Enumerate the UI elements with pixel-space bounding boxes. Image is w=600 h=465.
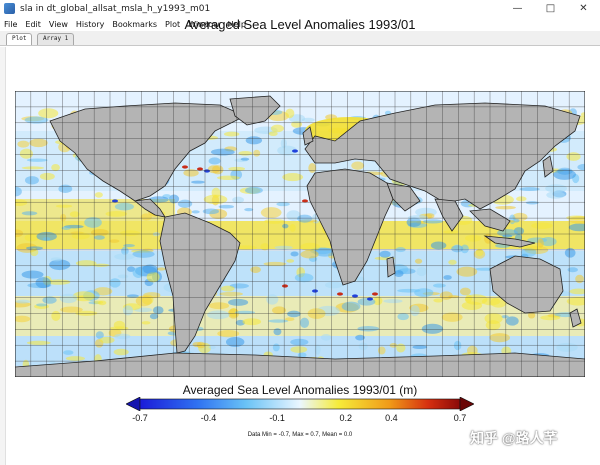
title-bar[interactable]: sla in dt_global_allsat_msla_h_y1993_m01…	[0, 0, 600, 17]
sea-level-anomaly-map[interactable]	[15, 91, 585, 377]
colorbar-tick-label: 0.4	[385, 413, 398, 423]
tab-array-1[interactable]: Array 1	[37, 33, 75, 45]
app-icon	[4, 3, 15, 14]
window-title: sla in dt_global_allsat_msla_h_y1993_m01	[20, 3, 211, 14]
maximize-button[interactable]: □	[534, 0, 567, 17]
colorbar-tick-label: -0.7	[132, 413, 148, 423]
close-button[interactable]: ✕	[567, 0, 600, 17]
side-panel-edge[interactable]	[0, 47, 6, 465]
colorbar-min-arrow	[126, 397, 141, 411]
minimize-button[interactable]: —	[501, 0, 534, 17]
application-window: sla in dt_global_allsat_msla_h_y1993_m01…	[0, 0, 600, 465]
plot-title: Averaged Sea Level Anomalies 1993/01	[184, 17, 416, 32]
colorbar-title: Averaged Sea Level Anomalies 1993/01 (m)	[182, 383, 418, 397]
colorbar-gradient	[139, 398, 461, 410]
colorbar-tick-label: -0.4	[200, 413, 217, 423]
window-controls: — □ ✕	[501, 0, 600, 17]
colorbar-tick-label: -0.1	[269, 413, 285, 423]
tab-strip: Plot Array 1	[0, 31, 600, 46]
colorbar-tick-label: 0.2	[339, 413, 352, 423]
colorbar	[126, 397, 474, 411]
tab-plot[interactable]: Plot	[6, 33, 33, 45]
colorbar-tick-label: 0.7	[453, 413, 467, 423]
colorbar-max-arrow	[459, 397, 474, 411]
watermark-text: 知乎 @路人芊	[470, 430, 558, 446]
